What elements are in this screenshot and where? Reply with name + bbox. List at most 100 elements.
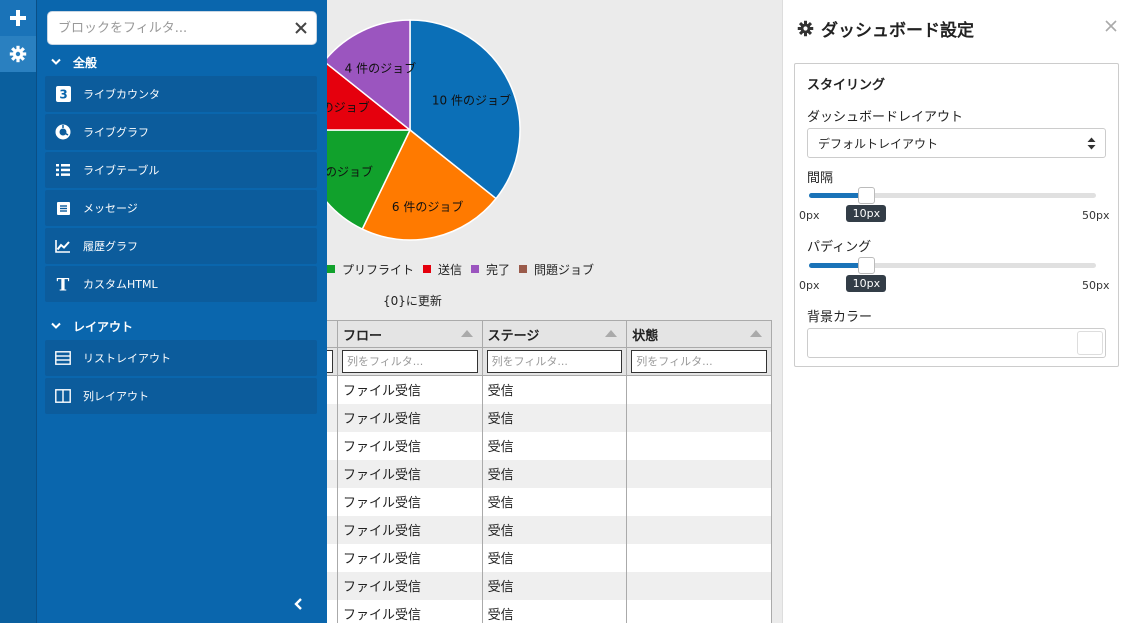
text-icon: T bbox=[55, 276, 71, 292]
table-cell bbox=[626, 515, 772, 544]
table-row[interactable]: ファイル受信 受信 bbox=[327, 375, 772, 404]
table-row[interactable]: ファイル受信 受信 bbox=[327, 403, 772, 432]
collapse-panel-icon[interactable] bbox=[292, 597, 306, 611]
column-filter-input[interactable] bbox=[631, 350, 767, 373]
add-block-button[interactable] bbox=[0, 0, 36, 36]
block-message[interactable]: メッセージ bbox=[45, 190, 317, 226]
spacing-slider[interactable]: 10px bbox=[809, 186, 1096, 222]
block-filter-input[interactable] bbox=[48, 12, 316, 44]
legend-item: 完了 bbox=[471, 261, 510, 278]
table-cell: ファイル受信 bbox=[336, 375, 483, 404]
left-rail bbox=[0, 0, 37, 623]
gear-icon bbox=[797, 20, 814, 37]
table-cell: ファイル受信 bbox=[336, 431, 483, 460]
counter-icon: 3 bbox=[55, 86, 71, 102]
column-filter-input[interactable] bbox=[486, 350, 623, 373]
close-icon[interactable] bbox=[1105, 20, 1117, 32]
legend-label: 完了 bbox=[486, 262, 511, 277]
column-header-hidden bbox=[327, 320, 338, 348]
table-cell bbox=[626, 459, 772, 488]
pie-slice-label: 10 件のジョブ bbox=[432, 92, 511, 107]
block-custom-html[interactable]: T カスタムHTML bbox=[45, 266, 317, 302]
slider-min-label: 0px bbox=[799, 209, 820, 222]
column-header-flow[interactable]: フロー bbox=[336, 320, 483, 348]
sort-asc-icon bbox=[460, 330, 473, 337]
block-label: ライブカウンタ bbox=[83, 88, 160, 101]
table-cell: 受信 bbox=[481, 431, 628, 460]
bg-color-label: 背景カラー bbox=[807, 310, 873, 325]
slider-max-label: 50px bbox=[1082, 279, 1110, 292]
dashboard-settings-button[interactable] bbox=[0, 36, 36, 72]
padding-slider[interactable]: 10px bbox=[809, 256, 1096, 292]
table-row[interactable]: ファイル受信 受信 bbox=[327, 515, 772, 544]
legend-label: 問題ジョブ bbox=[534, 262, 595, 277]
table-cell: ファイル受信 bbox=[336, 599, 483, 623]
pie-slice-label: 4 件のジョブ bbox=[345, 61, 416, 76]
table-cell: ファイル受信 bbox=[336, 543, 483, 572]
table-cell: 受信 bbox=[481, 403, 628, 432]
column-header-stage[interactable]: ステージ bbox=[481, 320, 628, 348]
block-label: リストレイアウト bbox=[83, 352, 171, 365]
group-layout-label: レイアウト bbox=[73, 319, 134, 334]
column-header-status[interactable]: 状態 bbox=[626, 320, 772, 348]
block-live-counter[interactable]: 3 ライブカウンタ bbox=[45, 76, 317, 112]
block-label: ライブグラフ bbox=[83, 126, 149, 139]
styling-section: スタイリング ダッシュボードレイアウト デフォルトレイアウト 間隔 10px 0… bbox=[794, 63, 1119, 367]
table-row[interactable]: ファイル受信 受信 bbox=[327, 459, 772, 488]
slider-handle[interactable] bbox=[858, 257, 876, 274]
table-cell: 受信 bbox=[481, 543, 628, 572]
table-cell: 受信 bbox=[481, 487, 628, 516]
select-arrows-icon bbox=[1087, 137, 1096, 150]
group-layout-header[interactable]: レイアウト bbox=[51, 316, 133, 336]
block-list-layout[interactable]: リストレイアウト bbox=[45, 340, 317, 376]
plus-icon bbox=[10, 10, 26, 26]
last-updated-text: {0}に更新 bbox=[383, 294, 442, 308]
block-column-layout[interactable]: 列レイアウト bbox=[45, 378, 317, 414]
legend-swatch bbox=[327, 265, 335, 273]
styling-section-title: スタイリング bbox=[807, 78, 886, 93]
table-cell: 受信 bbox=[481, 459, 628, 488]
legend-swatch bbox=[519, 265, 528, 273]
legend-label: プリフライト bbox=[342, 262, 415, 277]
block-label: ライブテーブル bbox=[83, 164, 160, 177]
dashboard-settings-panel: ダッシュボード設定 スタイリング ダッシュボードレイアウト デフォルトレイアウト… bbox=[782, 0, 1133, 623]
group-general-header[interactable]: 全般 bbox=[51, 52, 97, 72]
donut-chart-icon bbox=[55, 124, 71, 140]
table-row[interactable]: ファイル受信 受信 bbox=[327, 599, 772, 623]
table-cell bbox=[626, 487, 772, 516]
table-cell: ファイル受信 bbox=[336, 515, 483, 544]
table-row[interactable]: ファイル受信 受信 bbox=[327, 487, 772, 516]
table-cell: 受信 bbox=[481, 515, 628, 544]
chevron-down-icon bbox=[51, 322, 61, 329]
block-live-graph[interactable]: ライブグラフ bbox=[45, 114, 317, 150]
table-row[interactable]: ファイル受信 受信 bbox=[327, 431, 772, 460]
line-chart-icon bbox=[55, 238, 71, 254]
sort-asc-icon bbox=[750, 330, 762, 337]
svg-text:3: 3 bbox=[59, 88, 67, 102]
bg-color-picker[interactable] bbox=[807, 328, 1106, 358]
columns-layout-icon bbox=[55, 388, 71, 404]
pie-slice-label: のジョブ bbox=[327, 99, 370, 114]
slider-value-tooltip: 10px bbox=[846, 275, 887, 292]
column-filter-input[interactable] bbox=[341, 350, 478, 373]
column-filter-input[interactable] bbox=[327, 350, 333, 373]
legend-item: 問題ジョブ bbox=[519, 261, 594, 278]
block-history-graph[interactable]: 履歴グラフ bbox=[45, 228, 317, 264]
blocks-panel: 全般 3 ライブカウンタ ライブグラフ ライブテーブル メッセージ 履歴グラフ bbox=[37, 0, 327, 623]
layout-select[interactable]: デフォルトレイアウト bbox=[807, 128, 1106, 158]
block-label: メッセージ bbox=[83, 202, 138, 215]
slider-max-label: 50px bbox=[1082, 209, 1110, 222]
block-label: カスタムHTML bbox=[83, 278, 158, 291]
sort-asc-icon bbox=[605, 330, 618, 337]
gear-icon bbox=[9, 45, 27, 63]
block-label: 履歴グラフ bbox=[83, 240, 138, 253]
table-cell: ファイル受信 bbox=[336, 403, 483, 432]
table-cell: ファイル受信 bbox=[336, 487, 483, 516]
slider-handle[interactable] bbox=[858, 187, 876, 204]
chevron-down-icon bbox=[51, 58, 61, 65]
table-row[interactable]: ファイル受信 受信 bbox=[327, 571, 772, 600]
block-live-table[interactable]: ライブテーブル bbox=[45, 152, 317, 188]
table-row[interactable]: ファイル受信 受信 bbox=[327, 543, 772, 572]
clear-filter-icon[interactable] bbox=[294, 21, 308, 35]
block-filter bbox=[47, 11, 317, 45]
